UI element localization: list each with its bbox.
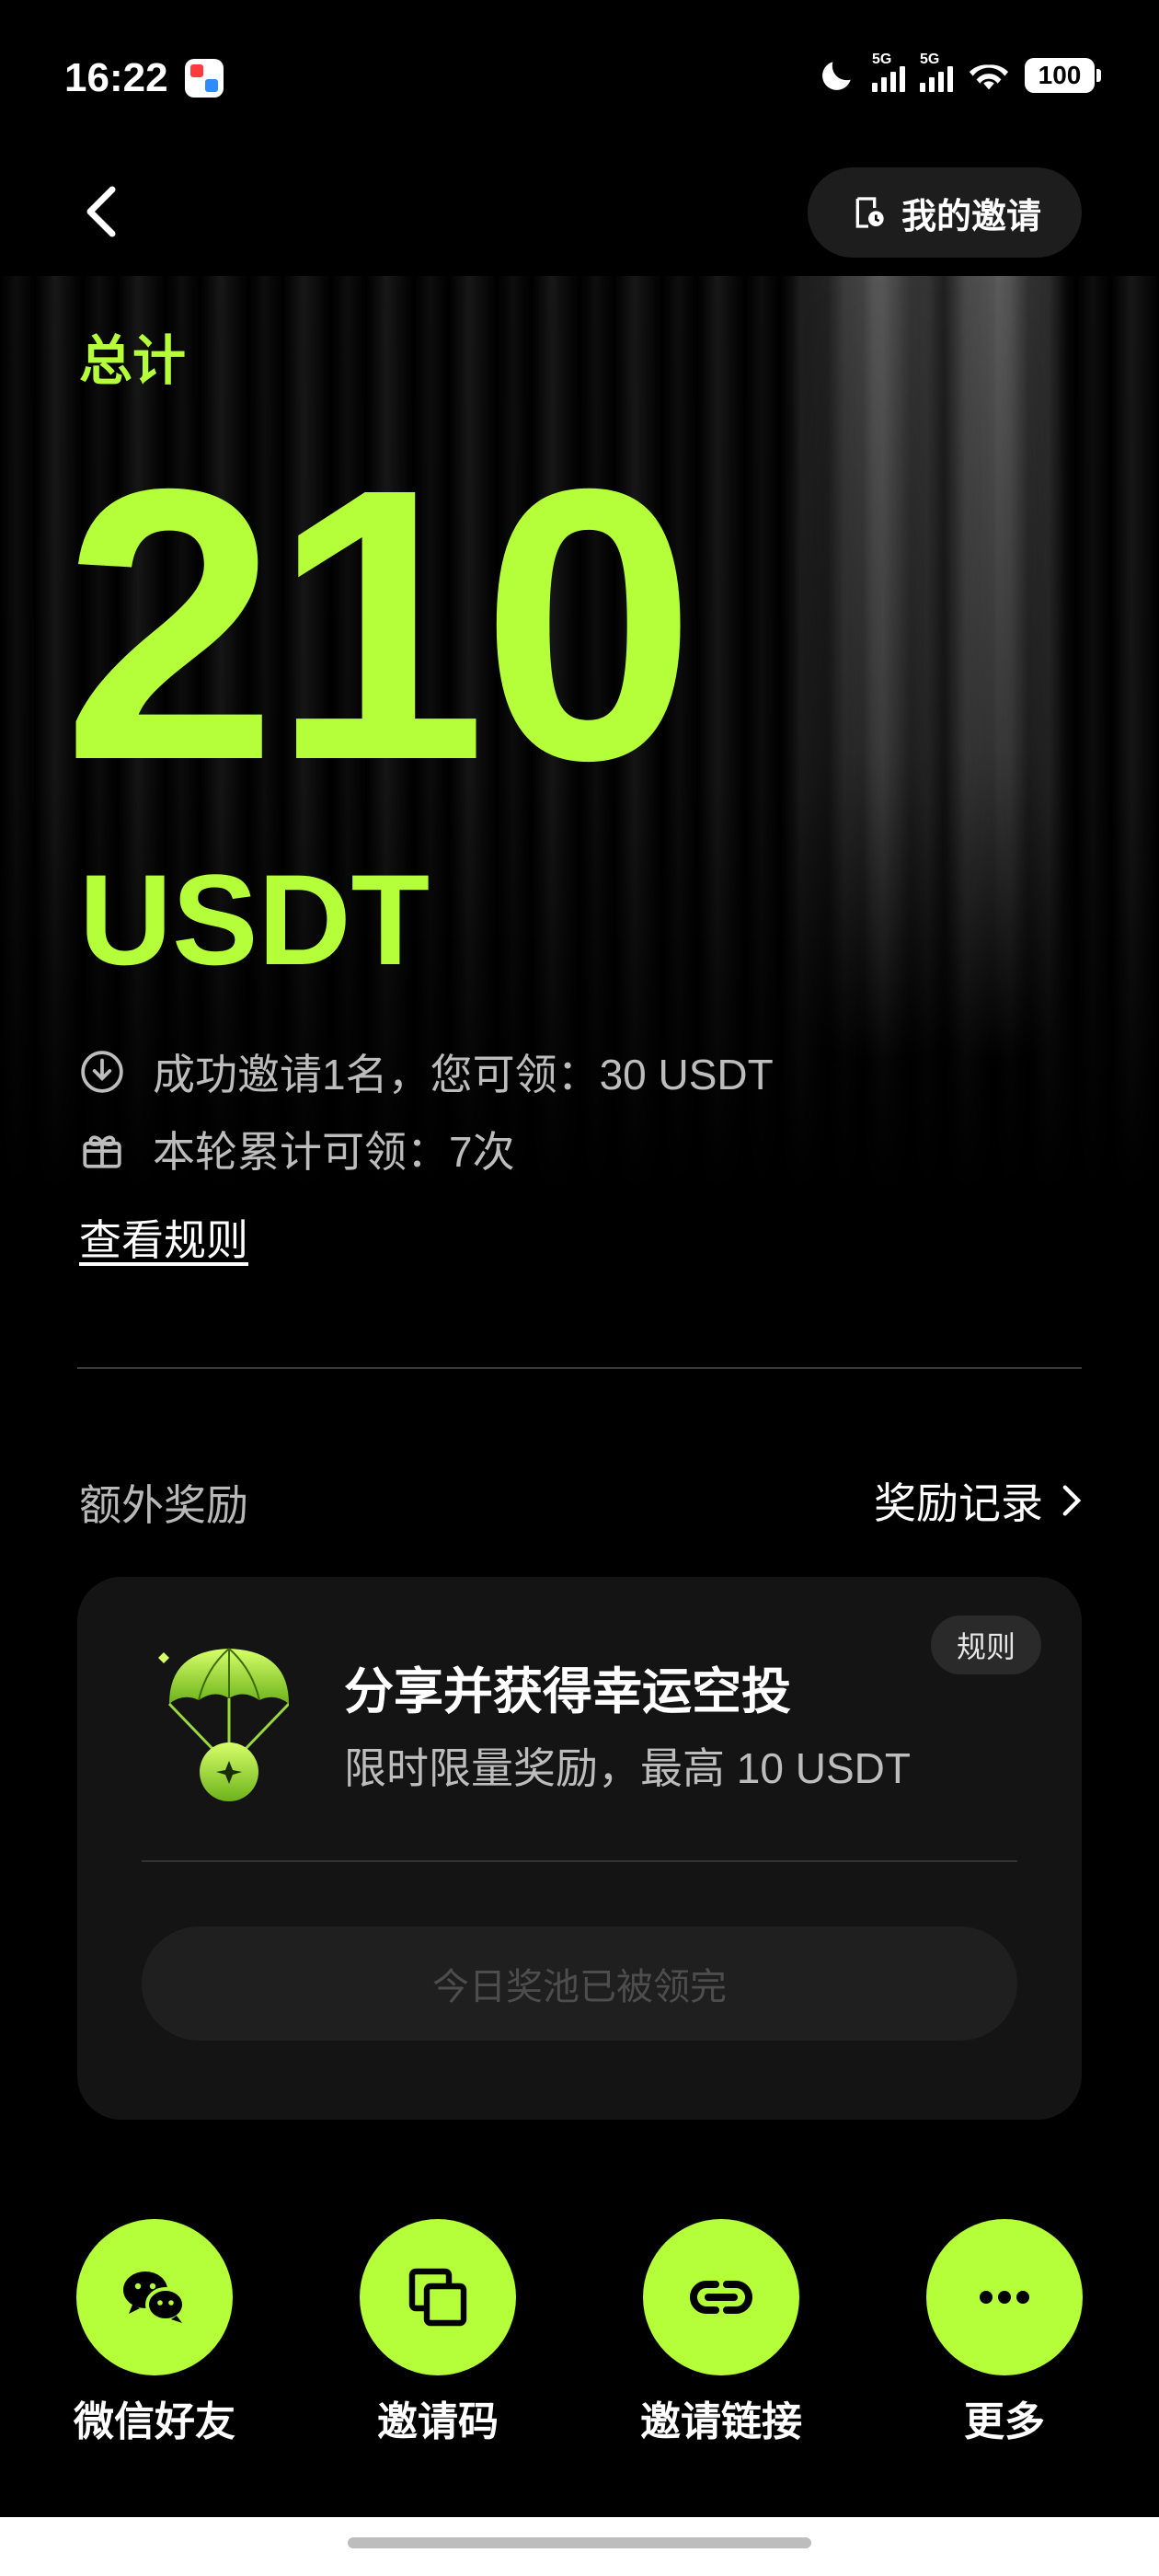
invite-info-row: 成功邀请1名，您可领：30 USDT bbox=[79, 1041, 774, 1102]
share-invite-link-label: 邀请链接 bbox=[640, 2399, 802, 2444]
wifi-icon bbox=[969, 64, 1009, 90]
card-divider bbox=[142, 1860, 1017, 1862]
section-divider bbox=[77, 1367, 1082, 1369]
share-wechat-label: 微信好友 bbox=[74, 2399, 235, 2444]
round-info-row: 本轮累计可领：7次 bbox=[79, 1119, 515, 1179]
claim-button-disabled[interactable]: 今日奖池已被领完 bbox=[142, 1926, 1017, 2041]
moon-icon bbox=[822, 62, 851, 90]
share-actions: 微信好友 邀请码 邀请链接 更多 bbox=[0, 2219, 1159, 2444]
share-wechat-circle[interactable] bbox=[76, 2219, 233, 2375]
my-invites-label: 我的邀请 bbox=[901, 197, 1041, 236]
airdrop-title: 分享并获得幸运空投 bbox=[344, 1664, 791, 1719]
signal-icon: 5G bbox=[872, 52, 905, 92]
battery-indicator: 100 bbox=[1025, 58, 1101, 93]
status-time: 16:22 bbox=[64, 55, 168, 100]
view-rules-link[interactable]: 查看规则 bbox=[79, 1207, 248, 1268]
gift-icon bbox=[83, 1135, 121, 1168]
status-indicators: 5G 5G 100 bbox=[817, 52, 1101, 96]
network-type-label: 5G bbox=[872, 52, 892, 67]
share-invite-code-button[interactable]: 邀请码 bbox=[337, 2219, 539, 2447]
airdrop-subtitle: 限时限量奖励，最高 10 USDT bbox=[344, 1744, 911, 1792]
more-icon bbox=[980, 2291, 1029, 2304]
card-rules-button[interactable]: 规则 bbox=[930, 1616, 1041, 1674]
wechat-icon bbox=[123, 2271, 186, 2323]
network-type-label-2: 5G bbox=[920, 52, 940, 67]
invite-info-text: 成功邀请1名，您可领：30 USDT bbox=[153, 1051, 774, 1098]
hero-light-streak bbox=[791, 276, 1067, 1067]
airdrop-card: 规则 分享并获得幸运空投 限时限量奖励，最高 10 USDT 今日奖池已被领完 bbox=[77, 1577, 1082, 2120]
share-wechat-button[interactable]: 微信好友 bbox=[53, 2219, 256, 2447]
round-info-text: 本轮累计可领：7次 bbox=[153, 1128, 515, 1176]
share-invite-link-circle[interactable] bbox=[643, 2219, 799, 2375]
share-invite-link-button[interactable]: 邀请链接 bbox=[620, 2219, 822, 2447]
share-invite-code-circle[interactable] bbox=[360, 2219, 516, 2375]
signal-icon-2: 5G bbox=[920, 52, 953, 92]
total-amount: 210 bbox=[63, 409, 696, 841]
home-indicator[interactable] bbox=[348, 2537, 811, 2548]
download-circle-icon bbox=[81, 1051, 123, 1093]
share-invite-code-label: 邀请码 bbox=[377, 2399, 499, 2444]
app-notification-icon bbox=[184, 59, 224, 98]
chevron-right-icon bbox=[1062, 1485, 1082, 1516]
link-icon bbox=[690, 2281, 752, 2314]
parachute-gift-icon bbox=[158, 1648, 289, 1801]
copy-icon bbox=[408, 2268, 467, 2327]
back-arrow-icon[interactable] bbox=[83, 184, 120, 239]
extra-rewards-title: 额外奖励 bbox=[79, 1481, 248, 1529]
share-more-label: 更多 bbox=[964, 2399, 1045, 2444]
invite-record-icon bbox=[855, 197, 884, 228]
my-invites-button[interactable]: 我的邀请 bbox=[807, 167, 1082, 258]
reward-record-link[interactable]: 奖励记录 bbox=[874, 1470, 1082, 1531]
share-more-circle[interactable] bbox=[926, 2219, 1083, 2375]
share-more-button[interactable]: 更多 bbox=[903, 2219, 1106, 2447]
reward-record-label: 奖励记录 bbox=[874, 1479, 1043, 1527]
total-label: 总计 bbox=[79, 331, 187, 391]
total-unit: USDT bbox=[79, 847, 430, 992]
